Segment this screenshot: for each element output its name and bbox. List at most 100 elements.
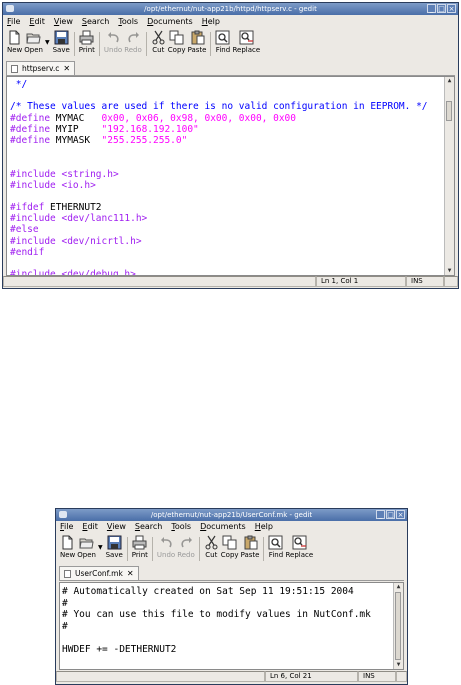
text-editor[interactable]: # Automatically created on Sat Sep 11 19… [59,582,404,670]
close-tab-icon[interactable]: ✕ [127,569,134,578]
menu-edit[interactable]: Edit [82,522,98,531]
menu-documents[interactable]: Documents [147,17,193,26]
menu-tools[interactable]: Tools [171,522,191,531]
gedit-window-httpserv: /opt/ethernut/nut-app21b/httpd/httpserv.… [2,2,459,289]
undo-button[interactable]: Undo [104,30,122,54]
close-button[interactable]: × [396,510,405,519]
menu-documents[interactable]: Documents [200,522,246,531]
replace-label: Replace [232,46,261,54]
copy-label: Copy [220,551,239,559]
paste-icon [243,535,258,550]
toolbar: New Open ▼ Save Print Undo Redo Cut Copy Paste Fin… [56,535,407,561]
code-token: #include <dev/lanc111.h> [10,213,148,225]
open-icon [26,30,41,45]
menu-help[interactable]: Help [255,522,273,531]
print-button[interactable]: Print [132,535,148,559]
menu-tools[interactable]: Tools [118,17,138,26]
save-button[interactable]: Save [53,30,70,54]
resize-grip[interactable] [396,671,407,682]
vertical-scrollbar[interactable]: ▲ ▼ [393,583,403,669]
document-icon [64,569,71,578]
paste-button[interactable]: Paste [241,535,259,559]
replace-icon [292,535,307,550]
minimize-button[interactable]: _ [427,4,436,13]
copy-button[interactable]: Copy [168,30,186,54]
resize-grip[interactable] [444,276,458,287]
copy-button[interactable]: Copy [221,535,239,559]
open-recent-dropdown[interactable]: ▼ [98,535,103,551]
menu-search[interactable]: Search [135,522,162,531]
code-token: #else [10,224,39,236]
open-button[interactable]: Open [24,30,43,54]
scroll-thumb[interactable] [395,592,401,660]
paste-button[interactable]: Paste [187,30,207,54]
chevron-down-icon: ▼ [97,544,103,551]
undo-label: Undo [156,551,176,559]
menu-view[interactable]: View [107,522,126,531]
cursor-position: Ln 1, Col 1 [316,276,406,287]
code-line: #define MYMAC 0x00, 0x06, 0x98, 0x00, 0x… [10,113,454,124]
status-message [3,276,316,287]
replace-button[interactable]: Replace [285,535,313,559]
redo-button[interactable]: Redo [177,535,195,559]
open-icon [79,535,94,550]
menu-edit[interactable]: Edit [29,17,45,26]
redo-button[interactable]: Redo [124,30,142,54]
print-button[interactable]: Print [79,30,95,54]
maximize-button[interactable]: □ [386,510,395,519]
code-line: #ifdef ETHERNUT2 [10,202,454,213]
title-bar[interactable]: /opt/ethernut/nut-app21b/httpd/httpserv.… [3,3,458,15]
status-bar: Ln 1, Col 1 INS [3,276,458,287]
replace-icon [239,30,254,45]
menu-help[interactable]: Help [202,17,220,26]
close-button[interactable]: × [447,4,456,13]
menu-search[interactable]: Search [82,17,109,26]
vertical-scrollbar[interactable]: ▲ ▼ [444,77,454,275]
cut-button[interactable]: Cut [151,30,166,54]
save-button[interactable]: Save [106,535,123,559]
new-button[interactable]: New [7,30,22,54]
menu-view[interactable]: View [54,17,73,26]
open-recent-dropdown[interactable]: ▼ [45,30,50,46]
scroll-up-icon[interactable]: ▲ [445,77,454,85]
window-title: /opt/ethernut/nut-app21b/httpd/httpserv.… [144,5,317,13]
close-tab-icon[interactable]: ✕ [63,64,70,73]
cut-label: Cut [152,46,165,54]
code-line: #define MYMASK "255.255.255.0" [10,135,454,146]
code-token: #include <dev/nicrtl.h> [10,235,142,247]
cut-button[interactable]: Cut [204,535,219,559]
replace-button[interactable]: Replace [232,30,260,54]
gedit-window-userconf: /opt/ethernut/nut-app21b/UserConf.mk - g… [55,508,408,685]
menu-file[interactable]: File [60,522,73,531]
window-title: /opt/ethernut/nut-app21b/UserConf.mk - g… [150,511,313,519]
maximize-button[interactable]: □ [437,4,446,13]
code-line: #include <io.h> [10,180,454,191]
open-button[interactable]: Open [77,535,96,559]
text-editor[interactable]: */ /* These values are used if there is n… [6,76,455,276]
code-token: /* These values are used if there is no … [10,101,428,113]
replace-label: Replace [285,551,314,559]
undo-button[interactable]: Undo [157,535,175,559]
new-icon [60,535,75,550]
scroll-up-icon[interactable]: ▲ [394,583,403,591]
copy-icon [169,30,184,45]
toolbar-separator [98,32,100,56]
code-token: MYMAC [50,112,102,124]
copy-label: Copy [167,46,186,54]
copy-icon [222,535,237,550]
code-token: #include <string.h> [10,168,119,180]
menu-file[interactable]: File [7,17,20,26]
find-button[interactable]: Find [268,535,283,559]
paste-label: Paste [187,46,207,54]
find-button[interactable]: Find [215,30,230,54]
tab-httpserv[interactable]: httpserv.c ✕ [6,61,76,75]
new-button[interactable]: New [60,535,75,559]
save-label: Save [105,551,123,559]
toolbar-separator [145,32,147,56]
scroll-down-icon[interactable]: ▼ [394,661,403,669]
scroll-down-icon[interactable]: ▼ [445,267,454,275]
scroll-thumb[interactable] [446,101,452,121]
minimize-button[interactable]: _ [376,510,385,519]
tab-userconf[interactable]: UserConf.mk ✕ [59,566,139,580]
